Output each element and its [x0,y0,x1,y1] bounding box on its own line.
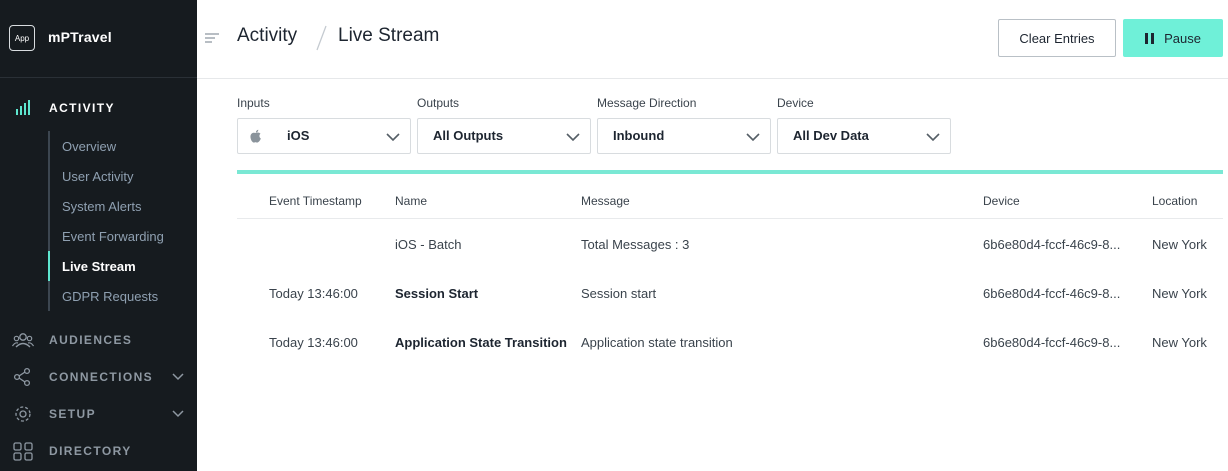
breadcrumb-activity[interactable]: Activity [237,25,297,47]
filter-label-message-direction: Message Direction [597,96,697,110]
column-header-location[interactable]: Location [1152,194,1197,208]
gear-icon [15,406,31,422]
outputs-select[interactable]: All Outputs [417,118,591,154]
chevron-down-icon [172,373,184,381]
inputs-select-value: iOS [287,128,310,143]
stream-divider [237,170,1223,174]
chevron-down-icon [386,133,400,142]
chevron-down-icon [926,133,940,142]
page-header: Activity Live Stream Clear Entries Pause [197,0,1228,79]
inputs-select[interactable]: iOS [237,118,411,154]
filter-label-inputs: Inputs [237,96,270,110]
breadcrumb-separator [316,25,327,51]
cell-location: New York [1152,335,1207,350]
cell-message: Session start [581,286,657,301]
cell-device: 6b6e80d4-fccf-46c9-8... [983,335,1121,350]
chevron-down-icon [566,133,580,142]
nav-section-directory[interactable]: DIRECTORY [0,438,197,464]
column-header-message[interactable]: Message [581,194,630,208]
subnav-item-gdpr-requests[interactable]: GDPR Requests [62,289,158,304]
people-icon [12,333,34,348]
cell-timestamp: Today 13:46:00 [269,286,358,301]
menu-toggle-icon[interactable] [205,31,219,45]
subnav-item-event-forwarding[interactable]: Event Forwarding [62,229,164,244]
table-row[interactable]: Today 13:46:00 Session Start Session sta… [237,286,1223,326]
cell-name: iOS - Batch [395,237,462,252]
nav-label-audiences: AUDIENCES [49,333,133,347]
nav-section-activity[interactable]: ACTIVITY [0,95,197,121]
filter-label-outputs: Outputs [417,96,460,110]
nav-section-setup[interactable]: SETUP [0,401,197,427]
app-logo-badge: App [9,25,35,51]
cell-device: 6b6e80d4-fccf-46c9-8... [983,286,1121,301]
outputs-select-value: All Outputs [433,128,504,143]
cell-location: New York [1152,237,1207,252]
bar-chart-icon [16,100,30,115]
nav-label-connections: CONNECTIONS [49,370,154,384]
page-title: Live Stream [338,25,440,46]
column-header-device[interactable]: Device [983,194,1020,208]
subnav-item-overview[interactable]: Overview [62,139,116,154]
device-select-value: All Dev Data [793,128,869,143]
subnav-item-live-stream[interactable]: Live Stream [62,259,136,274]
apple-icon [250,129,261,143]
pause-icon [1145,32,1155,44]
clear-entries-button[interactable]: Clear Entries [998,19,1116,57]
device-select[interactable]: All Dev Data [777,118,951,154]
chevron-down-icon [172,410,184,418]
cell-message: Total Messages : 3 [581,237,690,252]
filter-label-device: Device [777,96,814,110]
column-header-event-timestamp[interactable]: Event Timestamp [269,194,362,208]
message-direction-select[interactable]: Inbound [597,118,771,154]
connections-icon [13,367,31,387]
message-direction-select-value: Inbound [613,128,665,143]
nav-label-directory: DIRECTORY [49,444,132,458]
sidebar: App mPTravel ACTIVITY Overview User Acti… [0,0,197,471]
cell-name: Application State Transition [395,335,567,350]
column-header-name[interactable]: Name [395,194,427,208]
cell-location: New York [1152,286,1207,301]
activity-subnav: Overview User Activity System Alerts Eve… [48,131,197,311]
table-header-divider [237,218,1223,219]
subnav-rail [48,131,50,311]
nav-section-audiences[interactable]: AUDIENCES [0,327,197,353]
brand[interactable]: App mPTravel [0,0,197,78]
table-row[interactable]: Today 13:46:00 Application State Transit… [237,335,1223,375]
cell-timestamp: Today 13:46:00 [269,335,358,350]
cell-device: 6b6e80d4-fccf-46c9-8... [983,237,1121,252]
cell-message: Application state transition [581,335,733,350]
nav-label-setup: SETUP [49,407,97,421]
pause-button[interactable]: Pause [1123,19,1223,57]
chevron-down-icon [746,133,760,142]
subnav-active-indicator [48,251,50,281]
subnav-item-user-activity[interactable]: User Activity [62,169,134,184]
subnav-item-system-alerts[interactable]: System Alerts [62,199,141,214]
cell-name: Session Start [395,286,479,301]
app-name: mPTravel [48,29,112,45]
table-row[interactable]: iOS - Batch Total Messages : 3 6b6e80d4-… [237,237,1223,277]
pause-button-label: Pause [1164,30,1201,46]
grid-icon [13,442,33,461]
nav-section-connections[interactable]: CONNECTIONS [0,364,197,390]
nav-label-activity: ACTIVITY [49,101,115,115]
